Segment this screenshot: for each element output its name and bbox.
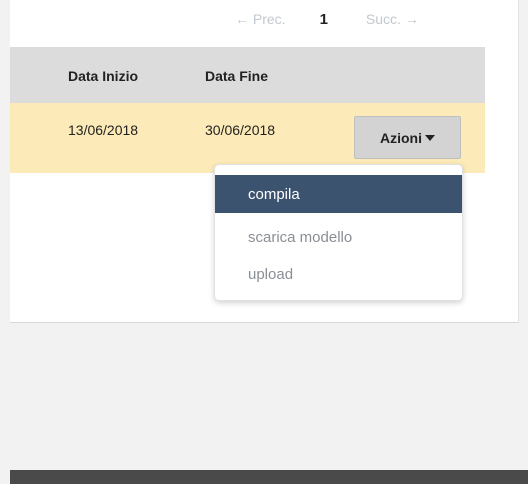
- footer-bar: [10, 470, 528, 484]
- column-header-end-date[interactable]: Data Fine: [205, 68, 268, 84]
- caret-down-icon: [425, 135, 435, 141]
- pagination-prev-link[interactable]: ← Prec.: [235, 11, 286, 27]
- pagination-next-link[interactable]: Succ. →: [366, 11, 419, 27]
- table-row: 13/06/2018 30/06/2018 Azioni: [10, 103, 485, 173]
- menu-item-compila[interactable]: compila: [215, 175, 462, 213]
- cell-start-date: 13/06/2018: [68, 122, 139, 138]
- azioni-dropdown-button[interactable]: Azioni: [354, 116, 461, 159]
- column-header-start-date[interactable]: Data Inizio: [68, 68, 138, 84]
- azioni-button-label: Azioni: [380, 129, 422, 146]
- pagination: ← Prec. 1 Succ. →: [235, 9, 419, 29]
- table-header: Data Inizio Data Fine: [10, 47, 485, 103]
- actions-dropdown-menu: compila scarica modello upload: [214, 164, 463, 301]
- menu-item-upload[interactable]: upload: [215, 255, 462, 293]
- page: ← Prec. 1 Succ. → Data Inizio Data Fine …: [0, 0, 528, 484]
- pagination-current-page[interactable]: 1: [320, 11, 328, 28]
- cell-end-date: 30/06/2018: [205, 122, 276, 138]
- menu-item-scarica-modello[interactable]: scarica modello: [215, 218, 462, 256]
